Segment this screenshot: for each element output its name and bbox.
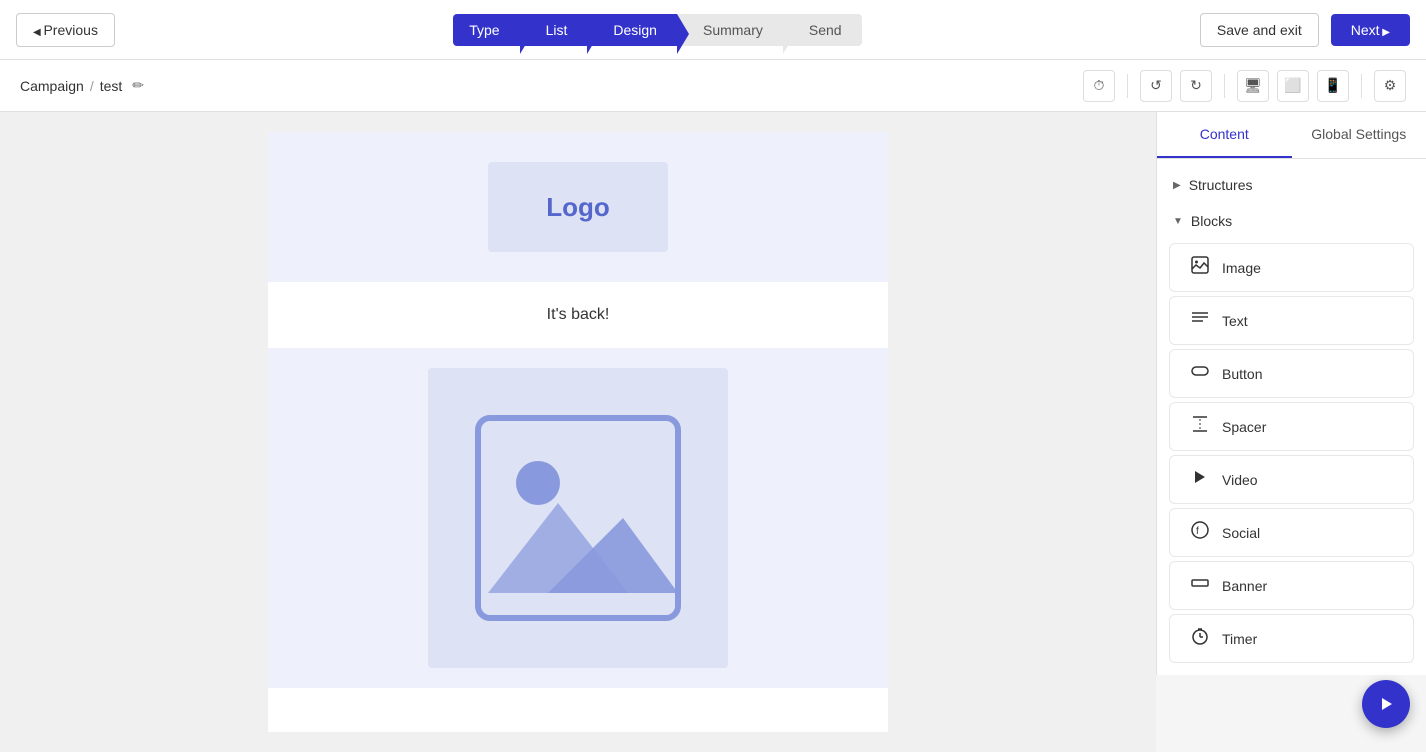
breadcrumb-name: test xyxy=(100,78,123,94)
right-panel-container: Content Global Settings ▶ Structures ▼ B… xyxy=(1156,112,1426,752)
block-item-banner[interactable]: Banner xyxy=(1169,561,1414,610)
banner-block-icon xyxy=(1190,574,1210,597)
next-button[interactable]: Next xyxy=(1331,14,1410,46)
placeholder-svg xyxy=(468,408,688,628)
toolbar-divider-2 xyxy=(1224,74,1225,98)
image-block-label: Image xyxy=(1222,260,1261,276)
banner-block-label: Banner xyxy=(1222,578,1267,594)
fab-button[interactable] xyxy=(1362,680,1410,728)
social-block-label: Social xyxy=(1222,525,1260,541)
button-block-label: Button xyxy=(1222,366,1262,382)
image-placeholder xyxy=(428,368,728,668)
spacer-block-label: Spacer xyxy=(1222,419,1266,435)
block-item-button[interactable]: Button xyxy=(1169,349,1414,398)
structures-chevron: ▶ xyxy=(1173,180,1181,191)
block-item-image[interactable]: Image xyxy=(1169,243,1414,292)
logo-box: Logo xyxy=(488,162,668,252)
image-section xyxy=(268,348,888,688)
save-exit-button[interactable]: Save and exit xyxy=(1200,13,1319,47)
tablet-preview-icon[interactable]: ⬜ xyxy=(1277,70,1309,102)
svg-text:f: f xyxy=(1196,526,1199,537)
main-layout: Logo It's back! xyxy=(0,112,1426,752)
blocks-chevron: ▼ xyxy=(1173,216,1183,227)
timer-block-icon xyxy=(1190,627,1210,650)
tab-global-settings[interactable]: Global Settings xyxy=(1292,112,1426,158)
nav-left: Previous xyxy=(16,13,115,47)
step-summary[interactable]: Summary xyxy=(675,14,783,46)
block-item-video[interactable]: Video xyxy=(1169,455,1414,504)
block-item-text[interactable]: Text xyxy=(1169,296,1414,345)
desktop-preview-icon[interactable]: 🖥 xyxy=(1237,70,1269,102)
tab-content[interactable]: Content xyxy=(1157,112,1292,158)
top-nav: Previous Type List Design Summary Send S… xyxy=(0,0,1426,60)
redo-icon[interactable]: ↻ xyxy=(1180,70,1212,102)
email-canvas: Logo It's back! xyxy=(268,132,888,732)
edit-icon[interactable]: ✏ xyxy=(132,77,144,94)
structures-section-header[interactable]: ▶ Structures xyxy=(1157,167,1426,203)
text-section: It's back! xyxy=(268,282,888,348)
logo-section: Logo xyxy=(268,132,888,282)
block-item-timer[interactable]: Timer xyxy=(1169,614,1414,663)
panel-content: ▶ Structures ▼ Blocks Image xyxy=(1157,159,1426,675)
canvas-area: Logo It's back! xyxy=(0,112,1156,752)
settings-icon[interactable]: ⚙ xyxy=(1374,70,1406,102)
spacer-block-icon xyxy=(1190,415,1210,438)
blocks-section-header[interactable]: ▼ Blocks xyxy=(1157,203,1426,239)
email-body-text: It's back! xyxy=(547,306,610,323)
video-block-icon xyxy=(1190,468,1210,491)
right-panel: Content Global Settings ▶ Structures ▼ B… xyxy=(1156,112,1426,675)
blocks-label: Blocks xyxy=(1191,213,1232,229)
nav-right: Save and exit Next xyxy=(1200,13,1410,47)
logo-text: Logo xyxy=(546,192,610,223)
text-block-label: Text xyxy=(1222,313,1248,329)
toolbar-divider-3 xyxy=(1361,74,1362,98)
breadcrumb: Campaign / test ✏ xyxy=(20,77,144,94)
breadcrumb-bar: Campaign / test ✏ ⏱ ↺ ↻ 🖥 ⬜ 📱 ⚙ xyxy=(0,60,1426,112)
video-block-label: Video xyxy=(1222,472,1258,488)
breadcrumb-separator: / xyxy=(90,78,94,94)
block-item-social[interactable]: f Social xyxy=(1169,508,1414,557)
structures-label: Structures xyxy=(1189,177,1253,193)
undo-icon[interactable]: ↺ xyxy=(1140,70,1172,102)
mobile-preview-icon[interactable]: 📱 xyxy=(1317,70,1349,102)
previous-button[interactable]: Previous xyxy=(16,13,115,47)
image-block-icon xyxy=(1190,256,1210,279)
breadcrumb-campaign: Campaign xyxy=(20,78,84,94)
toolbar-divider xyxy=(1127,74,1128,98)
block-item-spacer[interactable]: Spacer xyxy=(1169,402,1414,451)
text-block-icon xyxy=(1190,309,1210,332)
nav-steps: Type List Design Summary Send xyxy=(453,14,861,46)
step-type[interactable]: Type xyxy=(453,14,519,46)
button-block-icon xyxy=(1190,362,1210,385)
social-block-icon: f xyxy=(1190,521,1210,544)
history-icon[interactable]: ⏱ xyxy=(1083,70,1115,102)
timer-block-label: Timer xyxy=(1222,631,1257,647)
toolbar-icons: ⏱ ↺ ↻ 🖥 ⬜ 📱 ⚙ xyxy=(1083,70,1406,102)
panel-tabs: Content Global Settings xyxy=(1157,112,1426,159)
